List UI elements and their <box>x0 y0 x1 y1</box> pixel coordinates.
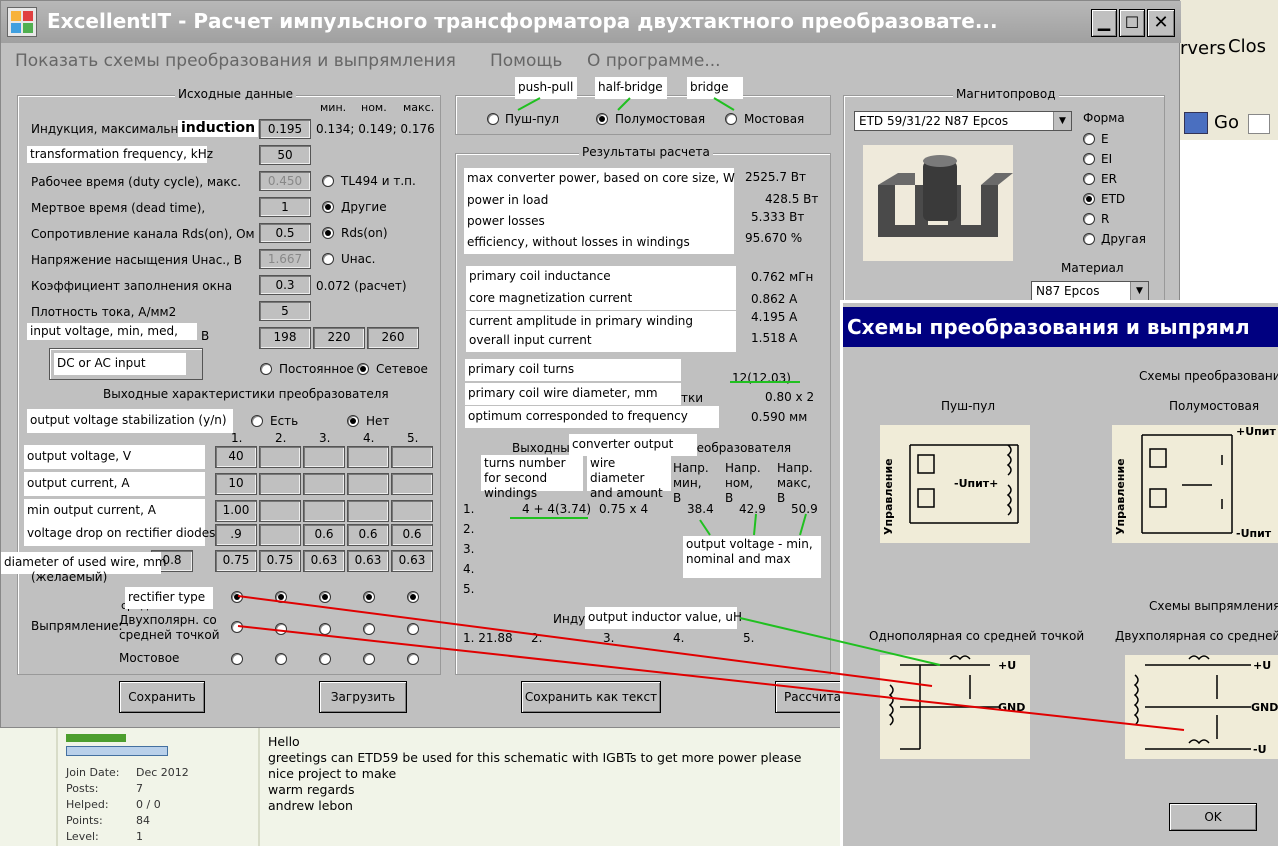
red-line <box>237 595 933 687</box>
annotation-overlay <box>237 97 1185 731</box>
green-line <box>739 617 941 666</box>
green-line <box>753 513 757 536</box>
green-line <box>617 97 631 111</box>
green-line <box>699 519 711 536</box>
green-line <box>517 97 541 111</box>
red-line <box>237 625 1185 731</box>
red-annotations <box>237 595 1185 731</box>
green-annotations <box>510 97 941 666</box>
green-line <box>713 97 735 111</box>
green-line <box>799 513 807 536</box>
